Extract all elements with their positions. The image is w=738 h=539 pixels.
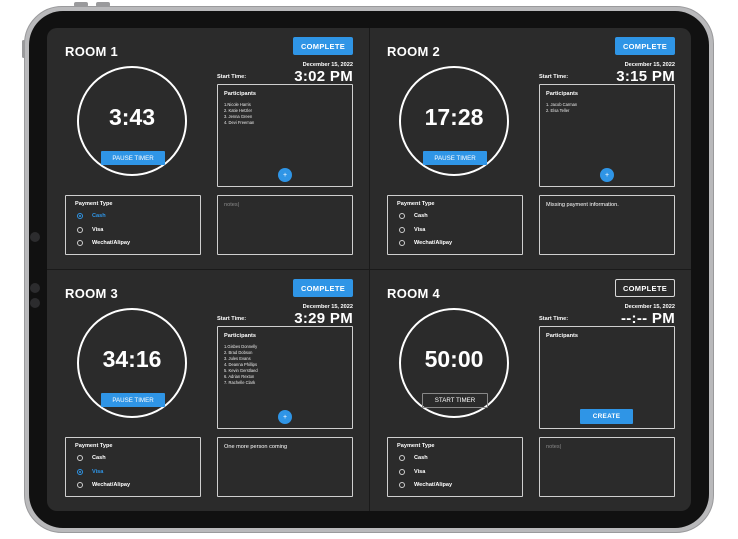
complete-button[interactable]: COMPLETE — [615, 37, 675, 55]
payment-option-visa[interactable]: Visa — [399, 227, 425, 233]
camera-icon — [30, 298, 40, 308]
add-participant-button[interactable]: + — [278, 410, 292, 424]
radio-icon[interactable] — [77, 227, 83, 233]
payment-option-visa[interactable]: Visa — [77, 469, 103, 475]
payment-type-box: Payment Type Cash Visa Wechat/Alipay — [65, 195, 201, 255]
room-title: ROOM 4 — [387, 286, 441, 301]
timer-value: 17:28 — [424, 104, 484, 130]
radio-selected-icon[interactable] — [77, 213, 83, 219]
create-button[interactable]: CREATE — [580, 409, 633, 424]
payment-type-title: Payment Type — [397, 201, 435, 207]
participants-box: Participants 1.Gisbes Donnelly 2. Brad D… — [217, 326, 353, 429]
pause-timer-button[interactable]: PAUSE TIMER — [423, 151, 487, 165]
start-time-label: Start Time: — [539, 74, 569, 80]
payment-type-box: Payment Type Cash Visa Wechat/Alipay — [387, 195, 523, 255]
start-timer-button[interactable]: START TIMER — [422, 393, 488, 408]
radio-icon[interactable] — [77, 455, 83, 461]
payment-option-cash[interactable]: Cash — [399, 213, 428, 219]
start-time-value: 3:15 PM — [616, 68, 675, 85]
payment-type-box: Payment Type Cash Visa Wechat/Alipay — [387, 437, 523, 497]
participants-title: Participants — [224, 333, 257, 339]
payment-option-wechat[interactable]: Wechat/Alipay — [77, 482, 130, 488]
payment-option-wechat[interactable]: Wechat/Alipay — [399, 240, 452, 246]
payment-type-title: Payment Type — [75, 201, 113, 207]
app-screen: ROOM 1 COMPLETE December 15, 2022 3:02 P… — [47, 28, 691, 511]
list-item: 2. Elsa Teller — [546, 108, 570, 113]
start-time-value: 3:02 PM — [294, 68, 353, 85]
room-panel-3: ROOM 3 COMPLETE December 15, 2022 3:29 P… — [47, 270, 369, 511]
radio-icon[interactable] — [77, 240, 83, 246]
radio-icon[interactable] — [399, 482, 405, 488]
radio-icon[interactable] — [399, 455, 405, 461]
payment-option-wechat[interactable]: Wechat/Alipay — [399, 482, 452, 488]
timer-circle: 50:00 START TIMER — [399, 308, 509, 418]
device-button — [96, 2, 110, 7]
timer-value: 3:43 — [108, 104, 156, 130]
payment-option-cash[interactable]: Cash — [399, 455, 428, 461]
start-time-label: Start Time: — [217, 74, 247, 80]
radio-icon[interactable] — [399, 227, 405, 233]
room-panel-2: ROOM 2 COMPLETE December 15, 2022 3:15 P… — [369, 28, 691, 269]
participants-title: Participants — [546, 91, 579, 97]
list-item: 4. Devi Freeman — [224, 120, 255, 125]
participants-title: Participants — [224, 91, 257, 97]
timer-value: 34:16 — [102, 346, 162, 372]
payment-option-wechat[interactable]: Wechat/Alipay — [77, 240, 130, 246]
payment-option-visa[interactable]: Visa — [77, 227, 103, 233]
device-button — [74, 2, 88, 7]
participants-box: Participants 1. Jacob Carman 2. Elsa Tel… — [539, 84, 675, 187]
timer-circle: 17:28 PAUSE TIMER — [399, 66, 509, 176]
complete-button[interactable]: COMPLETE — [293, 37, 353, 55]
participants-title: Participants — [546, 333, 579, 339]
participants-box: Participants CREATE — [539, 326, 675, 429]
payment-option-visa[interactable]: Visa — [399, 469, 425, 475]
participants-list: 1.Gisbes Donnelly 2. Brad Dobson 3. Jule… — [224, 344, 258, 386]
radio-selected-icon[interactable] — [77, 469, 83, 475]
participants-list: 1. Jacob Carman 2. Elsa Teller — [546, 102, 577, 114]
payment-option-cash[interactable]: Cash — [77, 455, 106, 461]
camera-icon — [30, 283, 40, 293]
start-time-label: Start Time: — [539, 316, 569, 322]
complete-button[interactable]: COMPLETE — [615, 279, 675, 297]
participants-list: 1.Nicole Harris 2. Katie Hetzler 3. Jenn… — [224, 102, 254, 126]
notes-field[interactable]: notes| — [539, 437, 675, 497]
start-time-value: --:-- PM — [620, 310, 675, 327]
radio-icon[interactable] — [77, 482, 83, 488]
timer-circle: 3:43 PAUSE TIMER — [77, 66, 187, 176]
room-title: ROOM 2 — [387, 44, 441, 59]
room-title: ROOM 3 — [65, 286, 119, 301]
timer-value: 50:00 — [424, 346, 484, 372]
room-title: ROOM 1 — [65, 44, 119, 59]
add-participant-button[interactable]: + — [600, 168, 614, 182]
payment-type-box: Payment Type Cash Visa Wechat/Alipay — [65, 437, 201, 497]
device-side-button — [22, 40, 25, 58]
pause-timer-button[interactable]: PAUSE TIMER — [101, 151, 165, 165]
complete-button[interactable]: COMPLETE — [293, 279, 353, 297]
room-panel-1: ROOM 1 COMPLETE December 15, 2022 3:02 P… — [47, 28, 369, 269]
pause-timer-button[interactable]: PAUSE TIMER — [101, 393, 165, 407]
participants-box: Participants 1.Nicole Harris 2. Katie He… — [217, 84, 353, 187]
list-item: 7. Rachelle Clark — [224, 380, 256, 385]
room-panel-4: ROOM 4 COMPLETE December 15, 2022 --:-- … — [369, 270, 691, 511]
radio-icon[interactable] — [399, 469, 405, 475]
payment-option-cash[interactable]: Cash — [77, 213, 106, 219]
payment-type-title: Payment Type — [75, 443, 113, 449]
payment-type-title: Payment Type — [397, 443, 435, 449]
notes-field[interactable]: One more person coming — [217, 437, 353, 497]
start-time-label: Start Time: — [217, 316, 247, 322]
camera-icon — [30, 232, 40, 242]
start-time-value: 3:29 PM — [294, 310, 353, 327]
radio-icon[interactable] — [399, 213, 405, 219]
notes-field[interactable]: notes| — [217, 195, 353, 255]
radio-icon[interactable] — [399, 240, 405, 246]
timer-circle: 34:16 PAUSE TIMER — [77, 308, 187, 418]
notes-field[interactable]: Missing payment information. — [539, 195, 675, 255]
add-participant-button[interactable]: + — [278, 168, 292, 182]
